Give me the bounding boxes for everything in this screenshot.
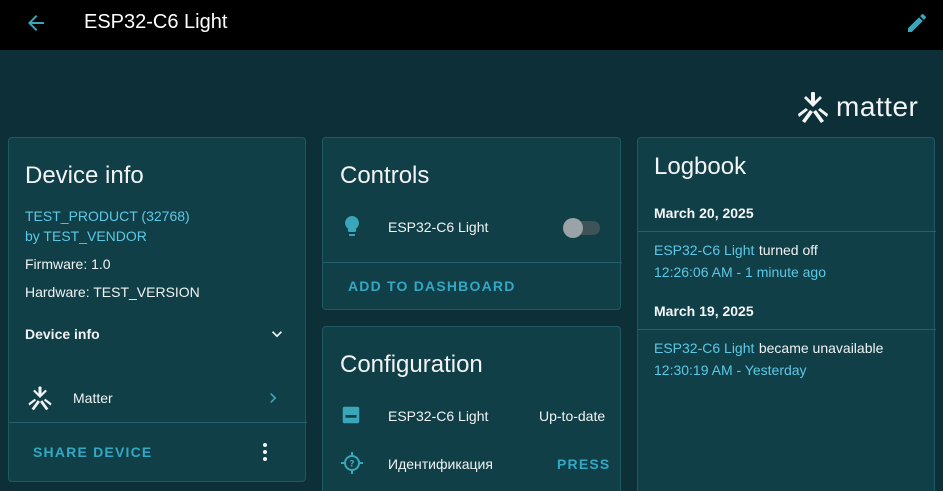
vendor-link[interactable]: by TEST_VENDOR: [25, 228, 147, 244]
log-time-link[interactable]: 12:30:19 AM - Yesterday: [654, 362, 807, 378]
hardware-text: Hardware: TEST_VERSION: [25, 284, 200, 300]
light-toggle-thumb[interactable]: [563, 218, 583, 238]
controls-card: Controls ESP32-C6 Light ADD TO DASHBOARD: [322, 137, 622, 310]
log-entity-link[interactable]: ESP32-C6 Light: [654, 340, 754, 356]
back-button[interactable]: [24, 11, 48, 35]
matter-wordmark: matter: [836, 91, 919, 122]
device-info-section-label: Device info: [25, 326, 100, 342]
log-entry: ESP32-C6 Light turned off: [654, 242, 818, 260]
config-row-value: Up-to-date: [539, 408, 606, 424]
add-to-dashboard-button[interactable]: ADD TO DASHBOARD: [348, 278, 516, 294]
card-divider: [9, 422, 307, 423]
matter-integration-label: Matter: [73, 390, 113, 406]
log-entry: ESP32-C6 Light became unavailable: [654, 340, 883, 358]
lightbulb-icon: [345, 216, 359, 236]
product-link[interactable]: TEST_PRODUCT (32768): [25, 208, 190, 224]
top-app-bar: ESP32-C6 Light: [0, 0, 943, 50]
edit-button[interactable]: [905, 11, 929, 35]
chevron-down-icon: [272, 331, 282, 338]
config-row-name: Идентификация: [388, 456, 493, 472]
log-date-header: March 19, 2025: [654, 303, 754, 319]
device-info-title: Device info: [25, 162, 144, 189]
log-date-header: March 20, 2025: [654, 205, 754, 221]
configuration-card: Configuration ESP32-C6 Light Up-to-date …: [322, 326, 621, 491]
matter-logo-icon: [28, 386, 52, 411]
card-divider: [323, 262, 622, 263]
share-device-button[interactable]: SHARE DEVICE: [33, 444, 152, 460]
identify-crosshair-icon: ?: [341, 452, 363, 474]
device-info-card: Device info TEST_PRODUCT (32768) by TEST…: [8, 137, 307, 482]
config-row-name[interactable]: ESP32-C6 Light: [388, 408, 488, 424]
controls-title: Controls: [340, 162, 430, 189]
matter-logo-icon: [798, 92, 828, 123]
controls-entity-name[interactable]: ESP32-C6 Light: [388, 219, 488, 235]
log-divider: [638, 231, 936, 232]
log-event-text: became unavailable: [758, 340, 884, 356]
pencil-icon: [908, 13, 926, 33]
press-button[interactable]: PRESS: [557, 456, 610, 472]
logbook-card: Logbook March 20, 2025 ESP32-C6 Light tu…: [637, 137, 936, 491]
firmware-text: Firmware: 1.0: [25, 256, 111, 272]
firmware-update-icon: [342, 406, 360, 424]
page-title: ESP32-C6 Light: [84, 11, 228, 33]
logbook-title: Logbook: [654, 153, 747, 180]
chevron-right-icon: [270, 393, 277, 403]
log-event-text: turned off: [758, 242, 818, 258]
configuration-title: Configuration: [340, 351, 483, 378]
more-vertical-icon[interactable]: [253, 440, 277, 464]
device-info-expander[interactable]: Device info: [9, 310, 307, 358]
log-time-link[interactable]: 12:26:06 AM - 1 minute ago: [654, 264, 826, 280]
svg-text:?: ?: [349, 460, 354, 470]
matter-brand: matter: [796, 90, 918, 124]
log-entity-link[interactable]: ESP32-C6 Light: [654, 242, 754, 258]
matter-integration-row[interactable]: Matter: [9, 374, 307, 422]
arrow-left-icon: [28, 15, 44, 31]
log-divider: [638, 329, 936, 330]
